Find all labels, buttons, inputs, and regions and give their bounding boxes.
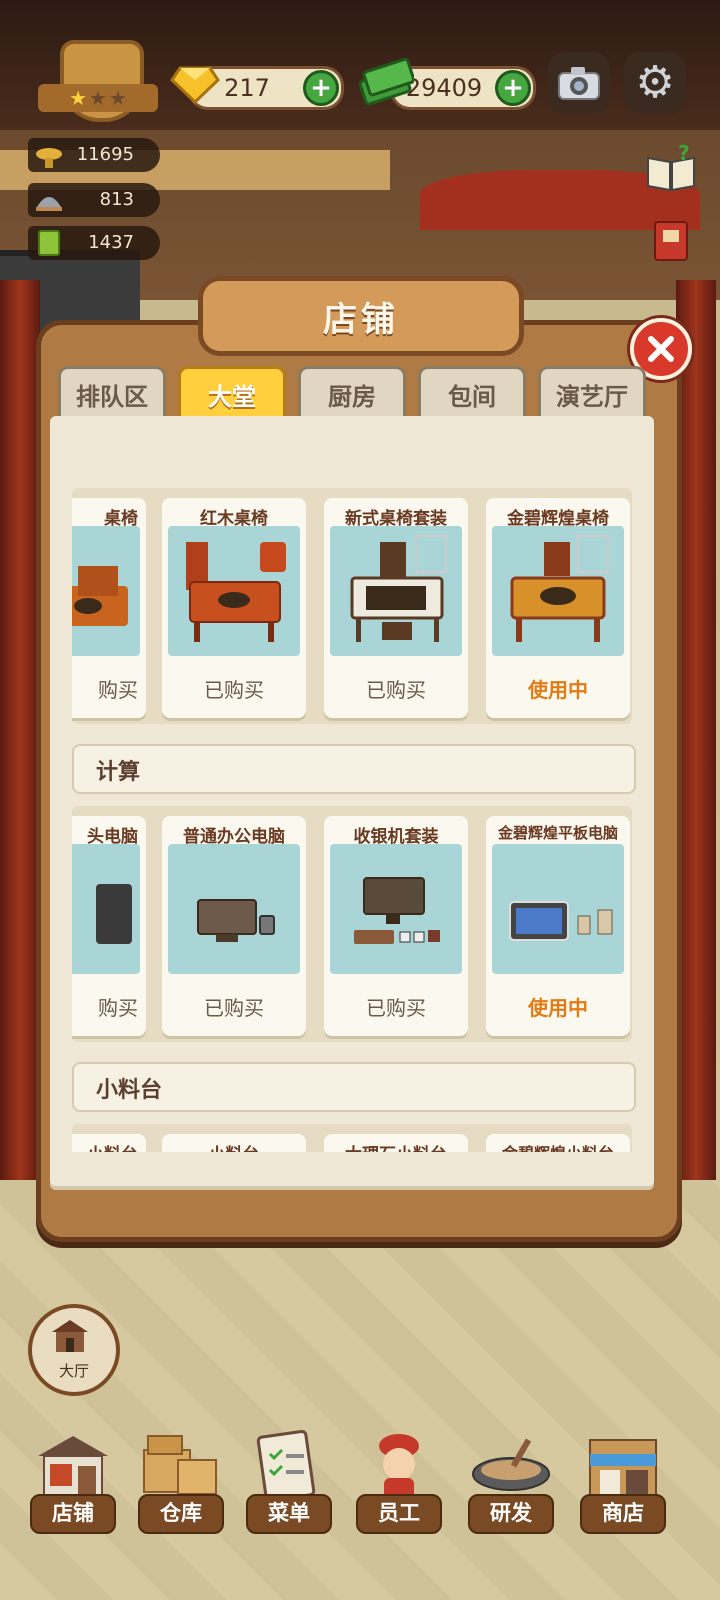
dish-cover-icon (36, 197, 62, 211)
stat-row: 11695 (28, 138, 160, 172)
stat-row: 1437 (28, 226, 160, 260)
item-image (330, 844, 462, 974)
item-name: 金碧辉煌小料台 (486, 1140, 630, 1152)
nav-shop[interactable]: 店铺 (30, 1430, 116, 1540)
item-image (330, 526, 462, 656)
nav-store[interactable]: 商店 (580, 1430, 666, 1540)
item-row-tables: 桌椅 购买 红木桌椅 已购买 新式桌椅套装 已购买 金碧辉煌桌椅 使用中 (72, 488, 632, 724)
nav-label: 店铺 (30, 1494, 116, 1534)
settings-button[interactable]: ⚙ (624, 52, 686, 114)
item-image (168, 844, 300, 974)
tab-performance-hall[interactable]: 演艺厅 (538, 366, 646, 419)
wok-icon (472, 1438, 550, 1491)
item-card[interactable]: 红木桌椅 已购买 (162, 498, 306, 718)
item-row-condiment-stations: 小料台 小料台 大理石小料台 金碧辉煌小料台 (72, 1124, 632, 1152)
item-card[interactable]: 金碧辉煌小料台 (486, 1134, 630, 1152)
item-image (72, 526, 140, 656)
item-status: 已购买 (366, 996, 426, 1020)
item-status: 购买 (98, 678, 138, 702)
item-name: 大理石小料台 (324, 1140, 468, 1152)
red-book-icon (654, 221, 688, 261)
item-name: 小料台 (72, 1140, 146, 1152)
nav-label: 商店 (580, 1494, 666, 1534)
item-card[interactable]: 收银机套装 已购买 (324, 816, 468, 1036)
dialog-title-plaque: 店铺 (198, 276, 524, 356)
section-header: 小料台 (72, 1062, 636, 1112)
staff-chef-icon (379, 1434, 419, 1500)
rank-badge[interactable]: ★ ★ ★ (38, 40, 158, 124)
item-image (492, 526, 624, 656)
tab-queue-area[interactable]: 排队区 (58, 366, 166, 419)
item-card[interactable]: 金碧辉煌桌椅 使用中 (486, 498, 630, 718)
nav-label: 研发 (468, 1494, 554, 1534)
stat-value: 1437 (88, 232, 134, 253)
item-card[interactable]: 小料台 (162, 1134, 306, 1152)
add-cash-button[interactable]: + (495, 70, 531, 106)
shop-building-icon (38, 1436, 108, 1497)
gear-icon: ⚙ (635, 57, 675, 108)
item-status: 使用中 (528, 678, 588, 702)
nav-label: 员工 (356, 1494, 442, 1534)
item-card[interactable]: 桌椅 购买 (72, 498, 146, 718)
star-empty-icon: ★ (89, 86, 107, 110)
menu-book-icon (38, 230, 60, 256)
nav-research[interactable]: 研发 (468, 1430, 554, 1540)
section-header: 计算 (72, 744, 636, 794)
stat-row: 813 (28, 183, 160, 217)
gem-icon (170, 66, 220, 105)
nav-label: 仓库 (138, 1494, 224, 1534)
tab-kitchen[interactable]: 厨房 (298, 366, 406, 419)
item-status: 已购买 (366, 678, 426, 702)
nav-menu[interactable]: 菜单 (246, 1429, 332, 1540)
nav-label: 菜单 (246, 1494, 332, 1534)
nav-staff[interactable]: 员工 (356, 1430, 442, 1540)
star-filled-icon: ★ (69, 86, 88, 110)
dialog-title: 店铺 (323, 299, 399, 340)
stat-value: 813 (99, 189, 134, 210)
warehouse-boxes-icon (143, 1435, 217, 1495)
item-card[interactable]: 头电脑 购买 (72, 816, 146, 1036)
item-name: 金碧辉煌平板电脑 (497, 824, 618, 842)
pot-icon (36, 148, 62, 168)
rank-star-ribbon: ★ ★ ★ (38, 84, 158, 112)
item-image (492, 844, 624, 974)
item-status: 购买 (98, 996, 138, 1020)
stat-value: 11695 (76, 144, 134, 165)
item-card[interactable]: 金碧辉煌平板电脑 使用中 (486, 816, 630, 1036)
hall-label: 大厅 (58, 1362, 89, 1380)
item-image (72, 844, 140, 974)
section-title: 计算 (96, 760, 141, 785)
camera-button[interactable] (548, 52, 610, 114)
item-status: 使用中 (528, 996, 588, 1020)
item-list-scroll[interactable]: 桌椅 购买 红木桌椅 已购买 新式桌椅套装 已购买 金碧辉煌桌椅 使用中 计算 … (72, 488, 636, 1152)
svg-text:?: ? (678, 144, 690, 165)
hall-building-icon (52, 1320, 88, 1352)
add-gems-button[interactable]: + (303, 70, 339, 106)
item-card[interactable]: 大理石小料台 (324, 1134, 468, 1152)
camera-icon (558, 67, 600, 100)
item-card[interactable]: 小料台 (72, 1134, 146, 1152)
item-status: 已购买 (204, 996, 264, 1020)
item-card[interactable]: 新式桌椅套装 已购买 (324, 498, 468, 718)
item-image (168, 526, 300, 656)
hall-button[interactable]: 大厅 (28, 1304, 120, 1396)
cash-stack-icon (358, 57, 414, 106)
tab-lobby[interactable]: 大堂 (178, 366, 286, 419)
help-guide-button[interactable]: ? (642, 140, 700, 198)
item-status: 已购买 (204, 678, 264, 702)
clipboard-menu-icon (256, 1429, 316, 1503)
item-name: 小料台 (162, 1140, 306, 1152)
star-empty-icon: ★ (108, 86, 127, 110)
records-book-button[interactable] (642, 212, 700, 270)
store-front-icon (589, 1439, 657, 1497)
nav-warehouse[interactable]: 仓库 (138, 1430, 224, 1540)
item-card[interactable]: 普通办公电脑 已购买 (162, 816, 306, 1036)
close-icon (648, 336, 674, 362)
section-title: 小料台 (96, 1078, 163, 1103)
item-row-computers: 头电脑 购买 普通办公电脑 已购买 收银机套装 已购买 金碧辉煌平板电脑 使用中 (72, 806, 632, 1042)
help-book-icon: ? (647, 144, 695, 192)
tab-private-room[interactable]: 包间 (418, 366, 526, 419)
